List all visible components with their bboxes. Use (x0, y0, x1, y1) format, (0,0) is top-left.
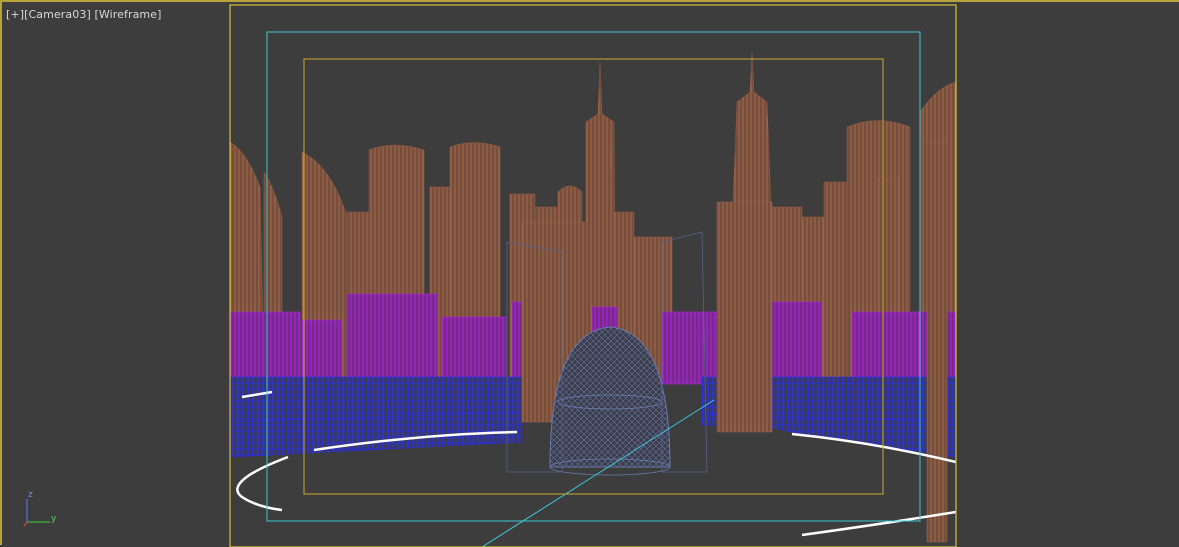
wireframe-scene[interactable]: z y (2, 2, 1179, 547)
z-axis-label: z (28, 490, 33, 500)
axis-gizmo: z y (23, 490, 57, 527)
camera-viewport[interactable]: [+][Camera03] [Wireframe] z y (0, 0, 1179, 547)
scene-geometry (230, 51, 956, 547)
y-axis-label: y (51, 514, 57, 524)
x-axis-line (23, 521, 28, 527)
